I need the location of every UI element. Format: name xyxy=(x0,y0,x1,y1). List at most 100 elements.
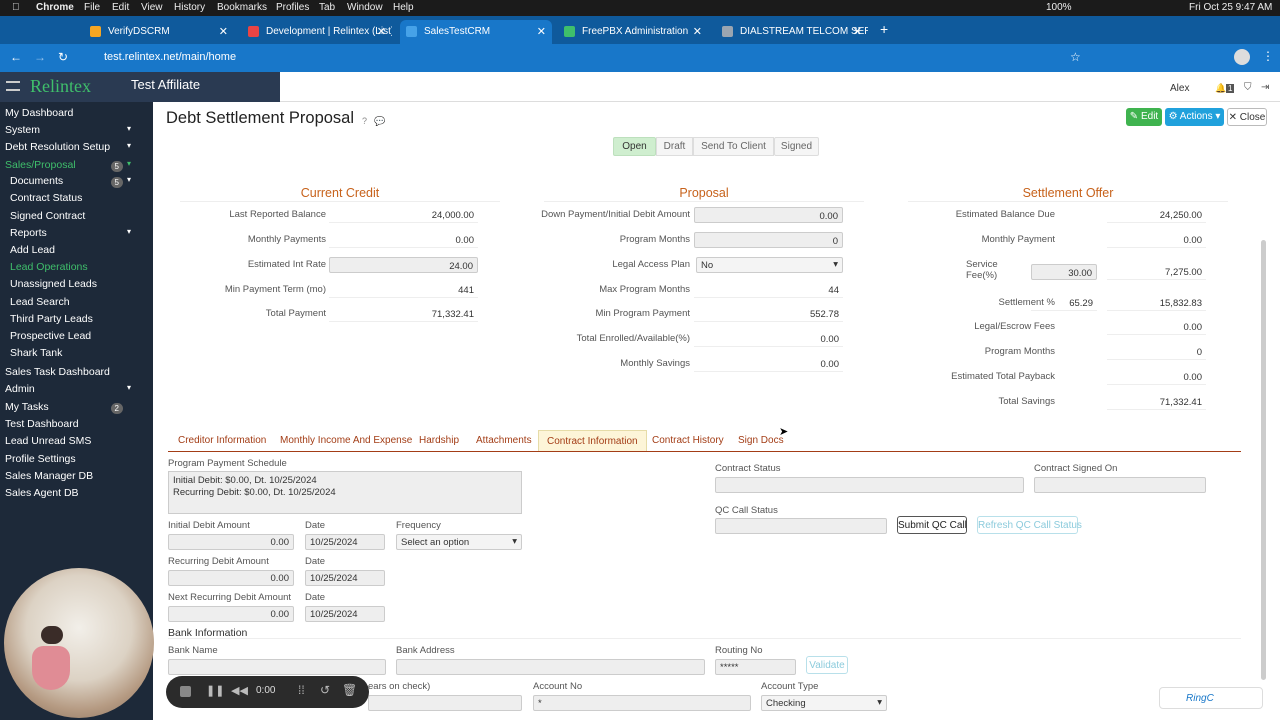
menubar-datetime[interactable]: Fri Oct 25 9:47 AM xyxy=(1189,2,1272,13)
ringcentral-widget[interactable]: RingC xyxy=(1159,687,1263,709)
contract-status-input[interactable] xyxy=(715,477,1024,493)
recurring-date-input[interactable]: 10/25/2024 xyxy=(305,570,385,586)
browser-tab[interactable]: VerifyDSCRM ✕ xyxy=(84,20,234,44)
shield-icon[interactable]: ⛉ xyxy=(1244,82,1252,93)
frequency-select[interactable]: Select an option ▾ xyxy=(396,534,522,550)
grid-icon[interactable]: ⁞⁞ xyxy=(298,683,305,697)
sidebar-item[interactable]: Lead Search xyxy=(0,296,153,313)
menubar-app-name[interactable]: Chrome xyxy=(36,2,74,13)
page-scrollbar[interactable] xyxy=(1261,240,1266,680)
browser-tab[interactable]: Development | Relintex (List) ✕ xyxy=(242,20,392,44)
sidebar-item[interactable]: Profile Settings xyxy=(0,453,153,470)
next-date-input[interactable]: 10/25/2024 xyxy=(305,606,385,622)
schedule-textarea[interactable]: Initial Debit: $0.00, Dt. 10/25/2024 Rec… xyxy=(168,471,522,514)
more-menu-icon[interactable]: ⋮ xyxy=(1262,49,1274,63)
close-icon[interactable]: ✕ xyxy=(219,25,228,38)
forward-arrow-icon[interactable]: → xyxy=(34,50,46,64)
close-icon[interactable]: ✕ xyxy=(377,25,386,38)
pause-icon[interactable]: ❚❚ xyxy=(206,684,224,697)
sidebar-item[interactable]: My Tasks 2 xyxy=(0,401,153,418)
proposal-field-value[interactable]: 0 xyxy=(694,232,843,248)
sidebar-item[interactable]: My Dashboard xyxy=(0,107,153,124)
rewind-icon[interactable]: ◀◀ xyxy=(231,684,248,697)
status-tab-draft[interactable]: Draft xyxy=(656,137,693,156)
bell-icon[interactable]: 🔔 xyxy=(1215,83,1226,94)
sidebar-item[interactable]: Lead Operations xyxy=(0,261,153,278)
user-name[interactable]: Alex xyxy=(1170,83,1189,94)
menubar-file[interactable]: File xyxy=(84,2,100,13)
tab-creditor-information[interactable]: Creditor Information xyxy=(170,430,274,451)
qc-call-status-input[interactable] xyxy=(715,518,887,534)
sidebar-item[interactable]: Test Dashboard xyxy=(0,418,153,435)
initial-debit-input[interactable]: 0.00 xyxy=(168,534,294,550)
sidebar-item[interactable]: Sales Manager DB xyxy=(0,470,153,487)
account-no-input[interactable]: * xyxy=(533,695,751,711)
bank-address-input[interactable] xyxy=(396,659,705,675)
bank-name-input[interactable] xyxy=(168,659,386,675)
edit-button[interactable]: ✎ Edit xyxy=(1126,108,1162,126)
sidebar-item[interactable]: Contract Status xyxy=(0,192,153,209)
sidebar-item[interactable]: Shark Tank xyxy=(0,347,153,364)
sidebar-item[interactable]: Admin ▾ xyxy=(0,383,153,400)
sidebar-item[interactable]: Add Lead xyxy=(0,244,153,261)
proposal-field-value[interactable]: 0.00 xyxy=(694,207,843,223)
tab-hardship[interactable]: Hardship xyxy=(411,430,467,451)
actions-button[interactable]: ⚙ Actions ▾ xyxy=(1165,108,1224,126)
menubar-history[interactable]: History xyxy=(174,2,205,13)
restart-icon[interactable]: ↺ xyxy=(320,683,330,697)
sidebar-item[interactable]: Reports ▾ xyxy=(0,227,153,244)
hamburger-menu-icon[interactable] xyxy=(6,81,20,91)
sidebar-item[interactable]: Sales Task Dashboard xyxy=(0,366,153,383)
profile-avatar[interactable] xyxy=(1234,49,1250,65)
tab-contract-history[interactable]: Contract History xyxy=(644,430,732,451)
sidebar-item[interactable]: Documents 5 ▾ xyxy=(0,175,153,192)
status-tab-signed[interactable]: Signed xyxy=(774,137,819,156)
close-icon[interactable]: ✕ xyxy=(853,25,862,38)
account-type-select[interactable]: Checking ▾ xyxy=(761,695,887,711)
reload-icon[interactable]: ↻ xyxy=(58,50,68,64)
menubar-tab[interactable]: Tab xyxy=(319,2,335,13)
logout-icon[interactable]: ⇥ xyxy=(1261,82,1269,93)
browser-tab[interactable]: FreePBX Administration ✕ xyxy=(558,20,708,44)
sidebar-item[interactable]: Prospective Lead xyxy=(0,330,153,347)
legal-access-plan-select[interactable]: No ▾ xyxy=(696,257,843,273)
submit-qc-call-button[interactable]: Submit QC Call xyxy=(897,516,967,534)
sidebar-item[interactable]: Unassigned Leads xyxy=(0,278,153,295)
sidebar-item[interactable]: Sales Agent DB xyxy=(0,487,153,504)
back-arrow-icon[interactable]: ← xyxy=(10,50,22,64)
address-bar-url[interactable]: test.relintex.net/main/home xyxy=(80,48,1080,68)
stop-icon[interactable] xyxy=(180,686,191,697)
current-credit-field-value[interactable]: 24.00 xyxy=(329,257,478,273)
browser-tab-active[interactable]: SalesTestCRM ✕ xyxy=(400,20,552,44)
sidebar-item[interactable]: Signed Contract xyxy=(0,210,153,227)
close-icon[interactable]: ✕ xyxy=(537,25,546,38)
contract-signed-input[interactable] xyxy=(1034,477,1206,493)
sidebar-item[interactable]: Debt Resolution Setup ▾ xyxy=(0,141,153,158)
close-icon[interactable]: ✕ xyxy=(693,25,702,38)
tab-contract-information[interactable]: Contract Information xyxy=(538,430,647,451)
trash-icon[interactable]: 🗑 xyxy=(342,683,357,697)
new-tab-button[interactable]: + xyxy=(880,21,888,37)
status-tab-open[interactable]: Open xyxy=(613,137,656,156)
menubar-window[interactable]: Window xyxy=(347,2,383,13)
recurring-debit-input[interactable]: 0.00 xyxy=(168,570,294,586)
menubar-profiles[interactable]: Profiles xyxy=(276,2,309,13)
tab-monthly-income-expense[interactable]: Monthly Income And Expense xyxy=(272,430,420,451)
status-tab-send-to-client[interactable]: Send To Client xyxy=(693,137,774,156)
apple-icon[interactable]:  xyxy=(12,2,20,13)
menubar-view[interactable]: View xyxy=(141,2,163,13)
menubar-bookmarks[interactable]: Bookmarks xyxy=(217,2,267,13)
next-recurring-input[interactable]: 0.00 xyxy=(168,606,294,622)
settlement-percent-value[interactable]: 30.00 xyxy=(1031,264,1097,280)
initial-date-input[interactable]: 10/25/2024 xyxy=(305,534,385,550)
sidebar-item[interactable]: Lead Unread SMS xyxy=(0,435,153,452)
validate-button[interactable]: Validate xyxy=(806,656,848,674)
help-icon[interactable]: ? xyxy=(362,116,367,126)
sidebar-item[interactable]: Sales/Proposal 5 ▾ xyxy=(0,159,153,176)
tab-attachments[interactable]: Attachments xyxy=(468,430,540,451)
browser-tab[interactable]: DIALSTREAM TELCOM SERVI ✕ xyxy=(716,20,868,44)
sidebar-item[interactable]: System ▾ xyxy=(0,124,153,141)
sidebar-item[interactable]: Third Party Leads xyxy=(0,313,153,330)
menubar-edit[interactable]: Edit xyxy=(112,2,129,13)
routing-no-input[interactable]: ***** xyxy=(715,659,796,675)
